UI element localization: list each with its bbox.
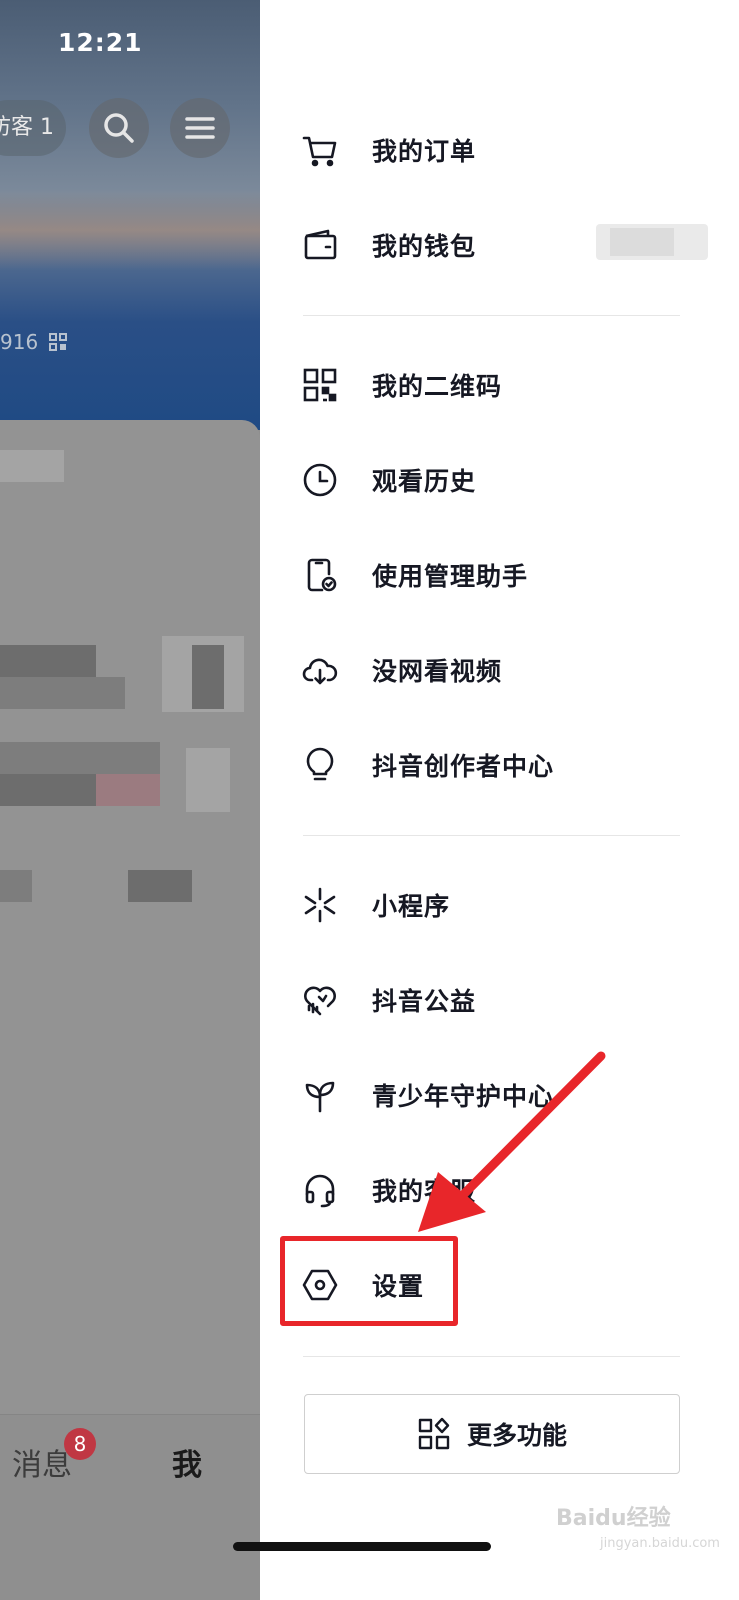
blurred-block xyxy=(192,645,224,709)
status-time: 12:21 xyxy=(58,28,143,57)
qr-small-icon xyxy=(48,333,67,351)
menu-item-mini-programs[interactable]: 小程序 xyxy=(300,870,680,940)
lightbulb-icon xyxy=(300,745,340,785)
home-indicator xyxy=(233,1542,491,1551)
sprout-icon xyxy=(300,1075,340,1115)
menu-label: 青少年守护中心 xyxy=(372,1082,555,1111)
menu-label: 使用管理助手 xyxy=(372,562,529,591)
menu-label: 观看历史 xyxy=(372,467,477,496)
cloud-download-icon xyxy=(300,650,340,690)
tab-messages[interactable]: 消息 xyxy=(12,1440,72,1484)
menu-item-youth-protection[interactable]: 青少年守护中心 xyxy=(300,1060,680,1130)
menu-item-offline-video[interactable]: 没网看视频 xyxy=(300,635,680,705)
menu-item-customer-service[interactable]: 我的客服 xyxy=(300,1155,680,1225)
profile-content-card xyxy=(0,420,260,1420)
menu-item-usage-assistant[interactable]: 使用管理助手 xyxy=(300,540,680,610)
menu-item-qr-code[interactable]: 我的二维码 xyxy=(300,350,680,420)
blurred-block xyxy=(0,742,160,774)
blurred-block xyxy=(96,774,160,806)
search-icon xyxy=(104,113,134,143)
divider xyxy=(303,1356,680,1357)
blurred-block xyxy=(0,450,64,482)
menu-label: 没网看视频 xyxy=(372,657,503,686)
messages-badge: 8 xyxy=(64,1428,96,1460)
menu-button[interactable] xyxy=(170,98,230,158)
menu-item-orders[interactable]: 我的订单 xyxy=(300,115,680,185)
blurred-block xyxy=(0,774,96,806)
menu-item-watch-history[interactable]: 观看历史 xyxy=(300,445,680,515)
divider xyxy=(303,315,680,316)
menu-label: 小程序 xyxy=(372,892,451,921)
blurred-block xyxy=(128,870,192,902)
blurred-block xyxy=(0,645,96,677)
wallet-icon xyxy=(300,225,340,265)
phone-check-icon xyxy=(300,555,340,595)
watermark-logo: Baidu经验 xyxy=(556,1506,671,1531)
background-profile-page: 12:21 访客 1 916 消息 8 我 xyxy=(0,0,265,1600)
cart-icon xyxy=(300,130,340,170)
menu-label: 抖音公益 xyxy=(372,987,477,1016)
menu-item-charity[interactable]: 抖音公益 xyxy=(300,965,680,1035)
mini-program-icon xyxy=(300,885,340,925)
uid-text: 916 xyxy=(0,330,39,354)
visitor-count-pill[interactable]: 访客 1 xyxy=(0,100,66,156)
more-features-button[interactable]: 更多功能 xyxy=(304,1394,680,1474)
qr-code-icon xyxy=(300,365,340,405)
user-id-fragment: 916 xyxy=(0,330,67,354)
search-button[interactable] xyxy=(89,98,149,158)
hamburger-icon xyxy=(185,117,215,139)
wallet-balance-blurred xyxy=(596,224,708,260)
clock-icon xyxy=(300,460,340,500)
divider xyxy=(303,835,680,836)
more-features-label: 更多功能 xyxy=(466,1421,567,1450)
menu-label: 抖音创作者中心 xyxy=(372,752,555,781)
menu-label: 我的订单 xyxy=(372,137,477,166)
menu-item-creator-center[interactable]: 抖音创作者中心 xyxy=(300,730,680,800)
header-glow xyxy=(0,190,265,270)
blurred-block xyxy=(0,870,32,902)
menu-label: 我的二维码 xyxy=(372,372,503,401)
heart-charity-icon xyxy=(300,980,340,1020)
menu-label: 我的钱包 xyxy=(372,232,477,261)
settings-highlight-box xyxy=(280,1236,458,1326)
headset-icon xyxy=(300,1170,340,1210)
menu-label: 我的客服 xyxy=(372,1177,477,1206)
blurred-block xyxy=(186,748,230,812)
blurred-block xyxy=(0,677,125,709)
tab-me[interactable]: 我 xyxy=(172,1440,202,1484)
watermark-url: jingyan.baidu.com xyxy=(600,1536,720,1551)
grid-apps-icon xyxy=(418,1417,450,1450)
